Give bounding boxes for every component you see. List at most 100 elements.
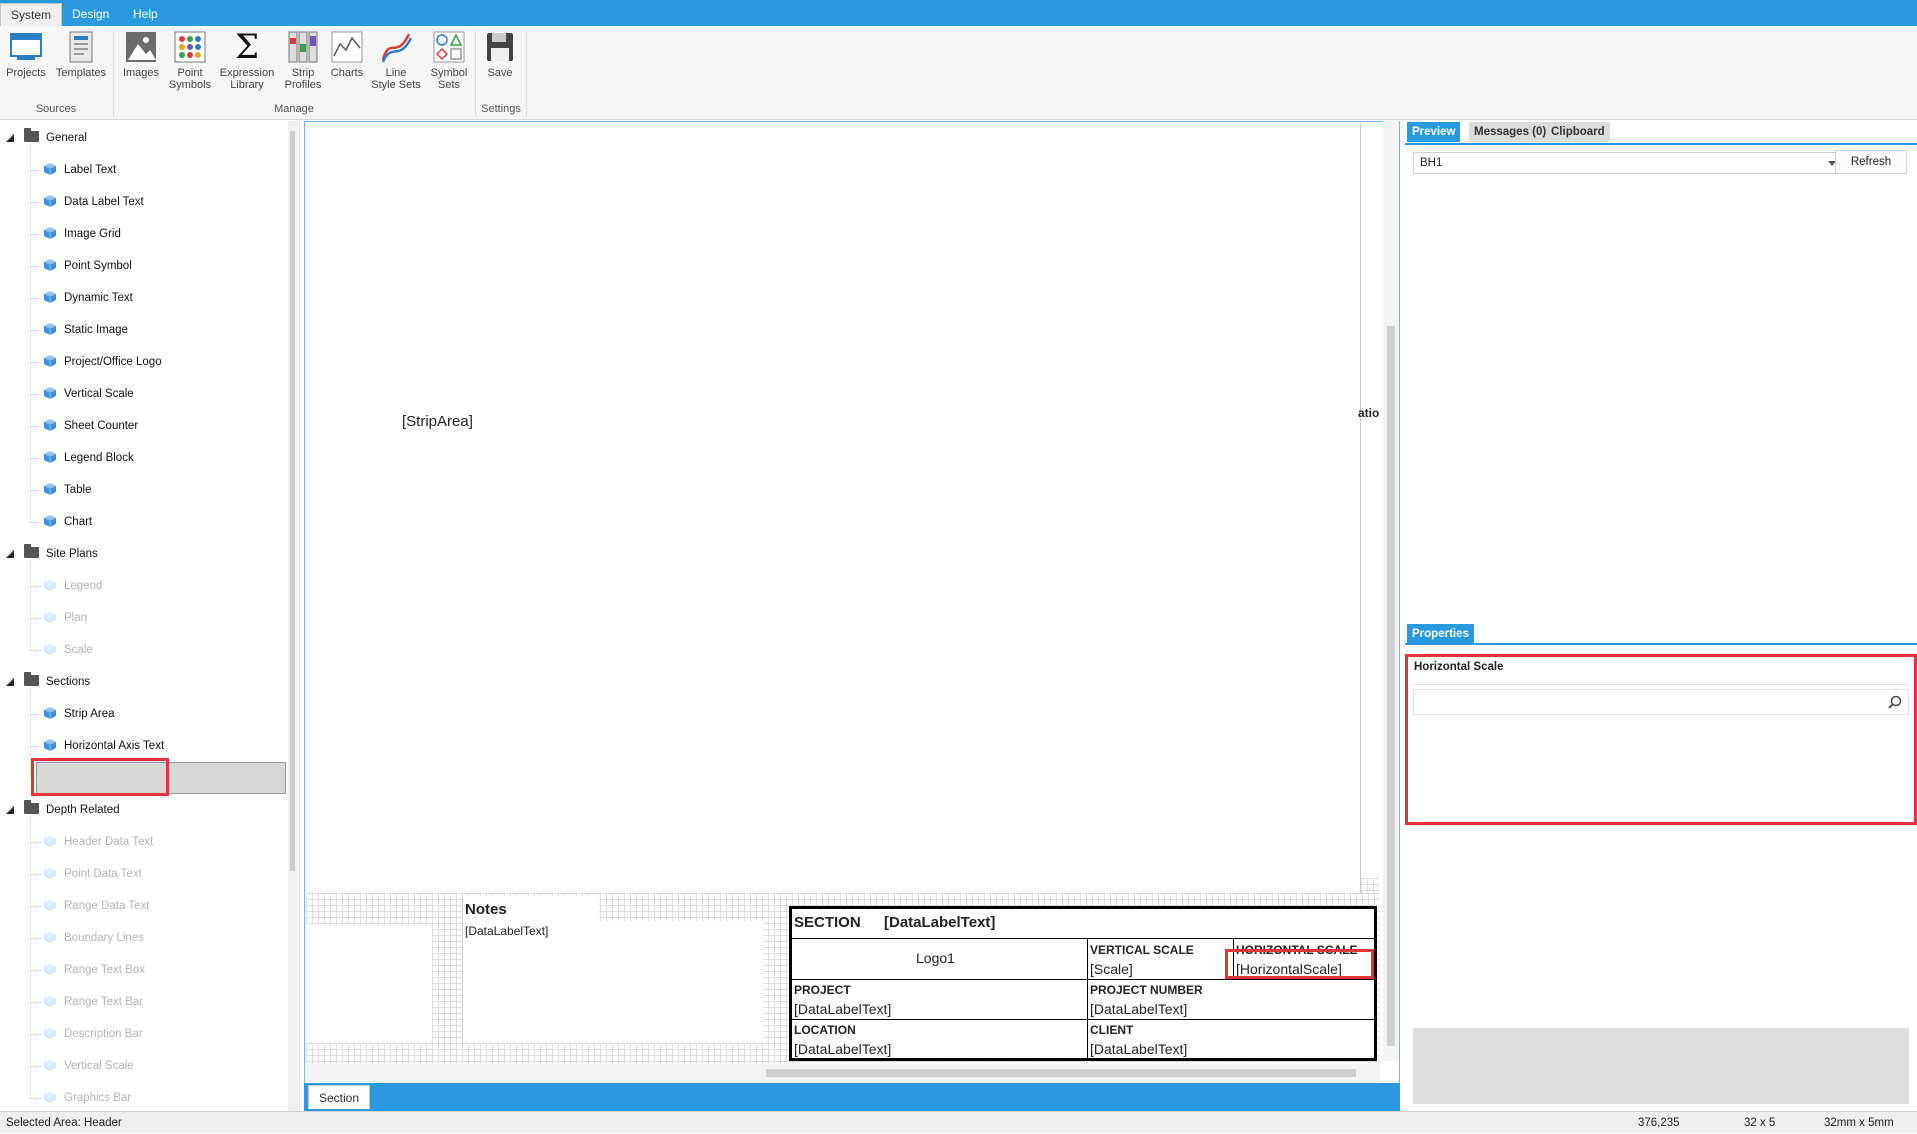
project-cell[interactable]: PROJECT [DataLabelText] [792, 980, 1088, 1020]
projects-label: Projects [6, 67, 46, 79]
tree-item[interactable]: Static Image [43, 320, 128, 340]
canvas-horizontal-scrollbar[interactable] [306, 1064, 1380, 1082]
expression-library-button[interactable]: Σ Expression Library [217, 30, 277, 91]
tab-design[interactable]: Design [62, 3, 119, 26]
charts-label: Charts [330, 67, 364, 79]
tree-item[interactable]: Graphics Bar [43, 1088, 131, 1108]
tree-item[interactable]: Point Data Text [43, 864, 142, 884]
tree-folder-label: Site Plans [46, 548, 98, 560]
client-cell[interactable]: CLIENT [DataLabelText] [1088, 1020, 1374, 1058]
title-block[interactable]: SECTION [DataLabelText] Logo1 VERTICAL S… [789, 906, 1377, 1061]
tree-folder-depth-related[interactable]: Depth Related [24, 800, 120, 820]
projects-button[interactable]: Projects [3, 30, 49, 79]
notes-title-box[interactable]: Notes [463, 896, 599, 921]
collapse-toggle-icon[interactable] [6, 544, 16, 564]
tab-system[interactable]: System [0, 3, 63, 26]
properties-search-input[interactable] [1414, 690, 1874, 714]
tree-item[interactable]: Label Text [43, 160, 116, 180]
strip-profiles-button[interactable]: Strip Profiles [280, 30, 326, 91]
tree-item-label: Legend [64, 580, 103, 592]
collapse-toggle-icon[interactable] [6, 128, 16, 148]
location-label: LOCATION [794, 1023, 856, 1037]
tab-properties[interactable]: Properties [1407, 624, 1474, 644]
tab-help[interactable]: Help [123, 3, 168, 26]
line-style-sets-button[interactable]: Line Style Sets [370, 30, 422, 91]
tree-item[interactable]: Range Text Bar [43, 992, 143, 1012]
tree-item[interactable]: Range Data Text [43, 896, 149, 916]
tree-item[interactable]: Project/Office Logo [43, 352, 162, 372]
tree-item[interactable]: Dynamic Text [43, 288, 133, 308]
tree-item[interactable]: Plan [43, 608, 87, 628]
cube-icon [43, 1058, 57, 1072]
tree-item[interactable]: Boundary Lines [43, 928, 144, 948]
symbol-sets-icon [432, 30, 466, 64]
templates-button[interactable]: Templates [53, 30, 109, 79]
folder-icon [24, 672, 39, 686]
tree-item[interactable]: Table [43, 480, 92, 500]
cube-icon [43, 386, 57, 400]
tree-scrollbar-thumb[interactable] [290, 131, 295, 871]
tree-item-label: Dynamic Text [64, 292, 133, 304]
tree-item[interactable]: Description Bar [43, 1024, 143, 1044]
tree-item-label: Label Text [64, 164, 117, 176]
tree-item[interactable]: Vertical Scale [43, 1056, 134, 1076]
canvas-vertical-scrollbar[interactable] [1383, 121, 1399, 1061]
tree-item[interactable]: Header Data Text [43, 832, 153, 852]
vertical-scale-value: [Scale] [1090, 961, 1133, 977]
collapse-toggle-icon[interactable] [6, 672, 16, 692]
tree-folder-site-plans[interactable]: Site Plans [24, 544, 98, 564]
cube-icon [43, 290, 57, 304]
tree-item[interactable]: Strip Area [43, 704, 115, 724]
tree-item[interactable]: Image Grid [43, 224, 121, 244]
tree-item[interactable]: Data Label Text [43, 192, 144, 212]
tab-messages[interactable]: Messages (0) [1469, 122, 1552, 142]
section-row[interactable]: SECTION [DataLabelText] [792, 909, 1374, 939]
strip-area-section[interactable]: [StripArea] atio [306, 123, 1379, 918]
tree-item[interactable]: Legend [43, 576, 102, 596]
project-number-label: PROJECT NUMBER [1090, 983, 1203, 997]
tree-item[interactable]: Sheet Counter [43, 416, 138, 436]
highlight-box-properties [1405, 654, 1917, 825]
tree-folder-sections[interactable]: Sections [24, 672, 90, 692]
tree-scrollbar[interactable] [288, 121, 298, 1111]
tab-clipboard[interactable]: Clipboard [1546, 122, 1610, 142]
tree-item-label: Image Grid [64, 228, 121, 240]
tree-item[interactable]: Horizontal Axis Text [43, 736, 164, 756]
properties-search[interactable] [1413, 689, 1909, 715]
images-button[interactable]: Images [118, 30, 164, 79]
location-cell[interactable]: LOCATION [DataLabelText] [792, 1020, 1088, 1058]
tab-preview[interactable]: Preview [1407, 122, 1461, 142]
horizontal-scale-cell[interactable]: HORIZONTAL SCALE [HorizontalScale] [1234, 939, 1374, 980]
point-symbols-button[interactable]: Point Symbols [166, 30, 214, 91]
vertical-scale-cell[interactable]: VERTICAL SCALE [Scale] [1088, 939, 1234, 980]
logo-placeholder: Logo1 [916, 950, 955, 966]
tree-item[interactable]: Legend Block [43, 448, 134, 468]
notes-body-box[interactable]: [DataLabelText] [463, 921, 763, 1043]
tree-item-label: Range Data Text [64, 900, 150, 912]
canvas-vscroll-thumb[interactable] [1387, 326, 1395, 1046]
tree-item[interactable]: Point Symbol [43, 256, 132, 276]
point-symbols-label-1: Point [177, 67, 203, 79]
canvas-hscroll-thumb[interactable] [766, 1069, 1356, 1077]
tree-item[interactable]: Chart [43, 512, 92, 532]
tree-connector [31, 970, 41, 971]
tab-section[interactable]: Section [308, 1085, 371, 1109]
sigma-icon: Σ [234, 27, 260, 67]
project-number-cell[interactable]: PROJECT NUMBER [DataLabelText] [1088, 980, 1374, 1020]
logo-cell[interactable]: Logo1 [792, 939, 1088, 980]
symbol-sets-button[interactable]: Symbol Sets [426, 30, 472, 91]
status-element-size: 32mm x 5mm [1824, 1117, 1894, 1129]
tree-item[interactable]: Vertical Scale [43, 384, 134, 404]
save-button[interactable]: Save [480, 30, 520, 79]
charts-button[interactable]: Charts [326, 30, 368, 79]
refresh-button[interactable]: Refresh [1835, 150, 1907, 174]
tree-connector [31, 298, 41, 299]
tree-item[interactable]: Range Text Box [43, 960, 145, 980]
tree-item[interactable]: Scale [43, 640, 93, 660]
collapse-toggle-icon[interactable] [6, 800, 16, 820]
tree-item-label: Boundary Lines [64, 932, 144, 944]
tree-folder-general[interactable]: General [24, 128, 87, 148]
tree-connector [31, 1066, 41, 1067]
borehole-select[interactable]: BH1 [1413, 152, 1843, 174]
search-icon[interactable] [1888, 695, 1902, 709]
